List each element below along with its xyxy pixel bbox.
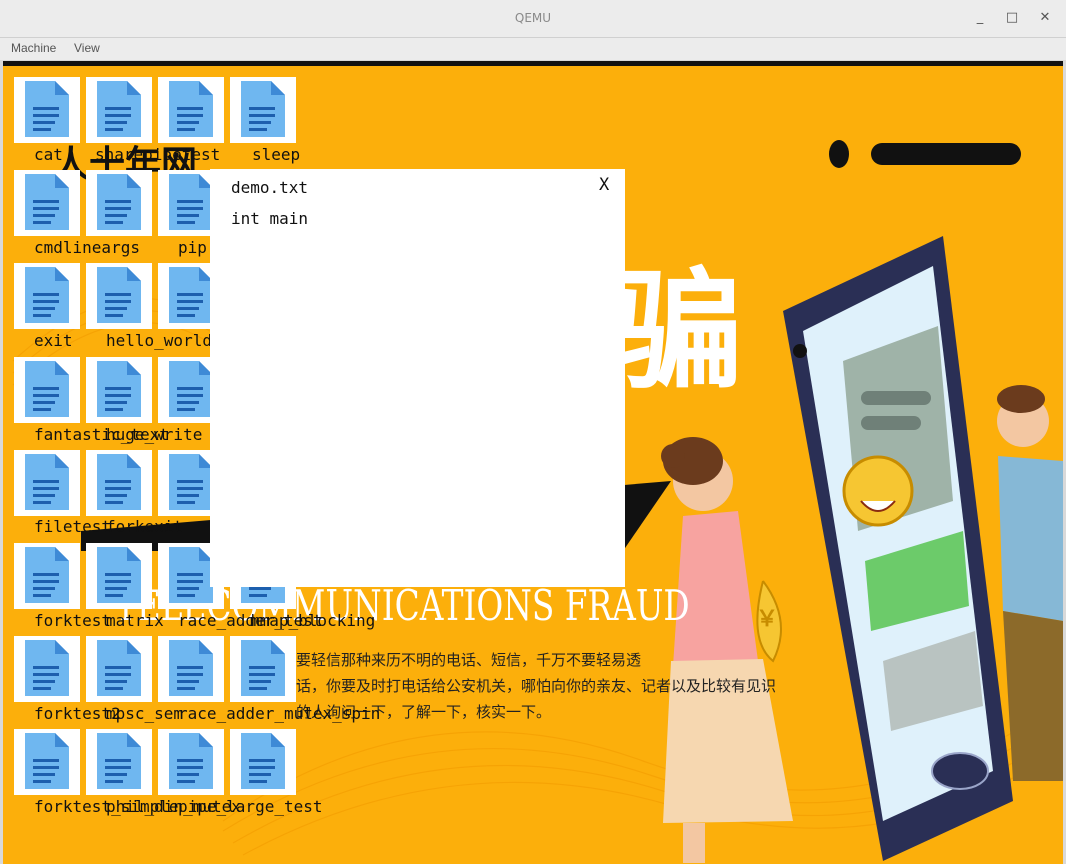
wallpaper-line-1: 要轻信那种来历不明的电话、短信，千万不要轻易透 <box>296 651 642 669</box>
file-icon[interactable] <box>158 636 224 702</box>
window-title: QEMU <box>514 11 552 25</box>
file-icon[interactable] <box>86 170 152 236</box>
file-icon[interactable] <box>158 77 224 143</box>
file-icon[interactable] <box>86 450 152 516</box>
file-icon[interactable] <box>14 357 80 423</box>
file-icon[interactable] <box>86 636 152 702</box>
woman-illustration <box>661 437 793 863</box>
icon-label-pip[interactable]: pip <box>178 240 207 256</box>
file-icon[interactable] <box>230 729 296 795</box>
text-viewer-content[interactable]: int main <box>231 209 308 228</box>
wallpaper-line-2: 话，你要及时打电话给公安机关，哪怕向你的亲友、记者以及比较有见识 <box>296 677 777 695</box>
file-icon[interactable] <box>230 636 296 702</box>
icon-label-pipe-large-test[interactable]: pipe_large_test <box>178 799 323 815</box>
file-icon[interactable] <box>14 729 80 795</box>
window-titlebar: QEMU _ □ ✕ <box>0 0 1066 38</box>
icon-label-cat[interactable]: cat <box>34 147 63 163</box>
file-icon[interactable] <box>14 77 80 143</box>
file-icon[interactable] <box>230 77 296 143</box>
close-button[interactable]: ✕ <box>1036 9 1054 27</box>
icon-label-exit[interactable]: exit <box>34 333 73 349</box>
icon-label-filetest[interactable]: filetest <box>34 519 111 535</box>
file-icon[interactable] <box>14 450 80 516</box>
text-viewer-window[interactable]: demo.txt X int main <box>210 169 625 587</box>
file-icon[interactable] <box>158 729 224 795</box>
text-viewer-close-button[interactable]: X <box>599 175 609 195</box>
icon-label-forktest[interactable]: forktest <box>34 613 111 629</box>
vm-screen[interactable]: 人十年网 骗 TELECOMMUNICATIONS FRAUD 要轻信那种来历不… <box>3 61 1063 864</box>
icon-label-matrix[interactable]: matrix <box>106 613 164 629</box>
man-illustration <box>997 385 1063 781</box>
file-icon[interactable] <box>14 543 80 609</box>
file-icon[interactable] <box>86 357 152 423</box>
file-icon[interactable] <box>14 636 80 702</box>
icon-label-mmap-blocking[interactable]: mmap_blocking <box>250 613 375 629</box>
wallpaper-heading-cn: 骗 <box>613 254 744 407</box>
icon-label-huge-write[interactable]: huge_write <box>106 427 202 443</box>
text-viewer-title: demo.txt <box>231 178 309 197</box>
file-icon[interactable] <box>14 263 80 329</box>
file-icon[interactable] <box>14 170 80 236</box>
file-icon[interactable] <box>86 77 152 143</box>
phone-illustration <box>783 236 1013 861</box>
maximize-button[interactable]: □ <box>1003 9 1021 27</box>
money-bag-symbol: ￥ <box>756 606 779 632</box>
file-icon[interactable] <box>86 263 152 329</box>
menu-view[interactable]: View <box>74 41 100 55</box>
icon-label-sharepipetest[interactable]: sharepipetest <box>95 147 220 163</box>
icon-label-race-adder-mutex-spin[interactable]: race_adder_mutex_spin <box>178 706 380 722</box>
icon-label-forkexit[interactable]: forkexit <box>106 519 183 535</box>
icon-label-cmdlineargs[interactable]: cmdlineargs <box>34 240 140 256</box>
file-icon[interactable] <box>86 543 152 609</box>
icon-label-sleep[interactable]: sleep <box>252 147 300 163</box>
menu-bar: Machine View <box>0 38 1066 60</box>
file-icon[interactable] <box>86 729 152 795</box>
minimize-button[interactable]: _ <box>971 9 989 27</box>
icon-label-hello-world[interactable]: hello_world <box>106 333 212 349</box>
menu-machine[interactable]: Machine <box>11 41 56 55</box>
icon-label-mpsc-sem[interactable]: mpsc_sem <box>106 706 183 722</box>
